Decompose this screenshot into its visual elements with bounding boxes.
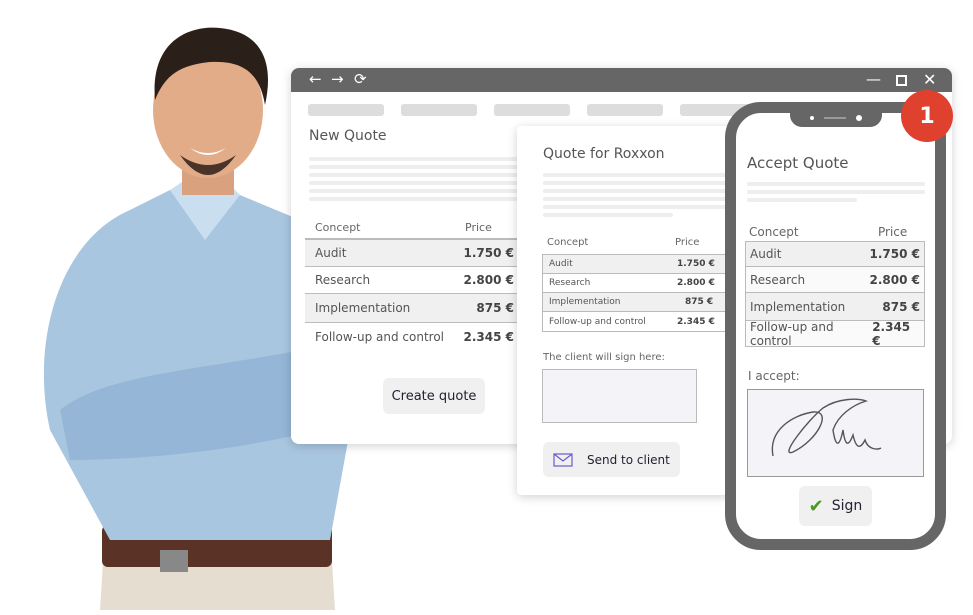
quote-table: Audit 1.750 € Research 2.800 € Implementat… [542,254,735,332]
page-title: New Quote [309,128,387,144]
table-row: Audit 1.750 € [746,242,924,267]
text-placeholder [309,157,519,201]
quote-table: Audit 1.750 € Research 2.800 € Implementat… [305,238,520,350]
table-row: Follow-up and control 2.345 € [746,320,924,348]
panel-title: Quote for Roxxon [543,146,665,162]
nav-placeholder [587,104,663,116]
table-row: Follow-up and control 2.345 € [549,316,715,327]
nav-placeholder [494,104,570,116]
phone-title: Accept Quote [747,154,849,172]
maximize-icon[interactable] [896,75,907,86]
signature-pad[interactable] [747,389,924,477]
signature-field[interactable] [542,369,697,423]
back-arrow-icon[interactable]: ← [309,70,322,88]
column-header-price: Price [465,221,492,234]
table-row: Research 2.800 € [305,267,520,294]
send-to-client-button[interactable]: Send to client [543,442,680,477]
phone-notch [790,113,882,127]
quote-table: Audit 1.750 € Research 2.800 € Implementat… [745,241,925,348]
column-header-concept: Concept [547,237,589,248]
column-header-price: Price [675,237,700,248]
table-row: Implementation 875 € [543,293,735,312]
nav-placeholder [308,104,384,116]
client-quote-panel: Quote for Roxxon Concept Price Audit 1.75… [517,126,735,495]
column-header-concept: Concept [315,221,361,234]
table-row: Audit 1.750 € [543,255,735,274]
table-row: Implementation 875 € [746,293,924,321]
browser-titlebar: ← → ⟳ — ✕ [291,68,952,92]
text-placeholder [543,173,735,217]
column-header-price: Price [878,225,908,239]
table-row: Research 2.800 € [543,274,735,293]
create-quote-button[interactable]: Create quote [383,378,485,414]
phone-mockup: Accept Quote Concept Price Audit 1.750 € … [725,102,946,550]
text-placeholder [747,182,925,202]
reload-icon[interactable]: ⟳ [354,70,367,88]
step-badge: 1 [901,90,953,142]
column-header-concept: Concept [749,225,799,239]
close-icon[interactable]: ✕ [923,70,936,89]
table-row: Research 2.800 € [746,267,924,293]
table-row: Implementation 875 € [305,294,520,323]
accept-label: I accept: [748,369,800,383]
table-row: Audit 1.750 € [305,240,520,267]
forward-arrow-icon[interactable]: → [331,70,344,88]
signature-drawing [771,398,882,457]
nav-placeholder [401,104,477,116]
envelope-icon [553,452,573,467]
sign-label: The client will sign here: [543,352,665,363]
minimize-icon[interactable]: — [866,70,881,88]
sign-button[interactable]: ✔ Sign [799,486,872,526]
checkmark-icon: ✔ [808,495,824,517]
table-row: Follow-up and control 2.345 € [305,323,520,350]
